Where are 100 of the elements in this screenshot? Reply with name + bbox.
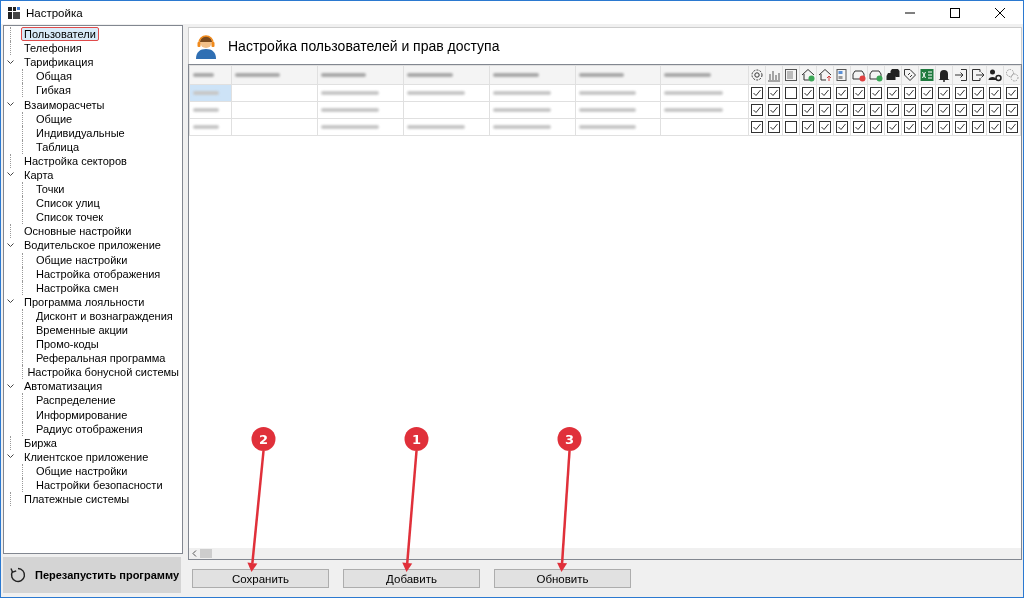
tree-item[interactable]: Таблица: [33, 139, 83, 154]
checkbox[interactable]: [954, 104, 967, 116]
checkbox[interactable]: [768, 87, 781, 99]
checkbox[interactable]: [988, 121, 1001, 133]
checkbox[interactable]: [819, 104, 832, 116]
close-icon[interactable]: [995, 7, 1005, 18]
tree-item[interactable]: Радиус отображения: [33, 421, 146, 436]
checkbox[interactable]: [971, 87, 984, 99]
tree-item[interactable]: Список точек: [33, 210, 107, 225]
tree-item[interactable]: Клиентское приложение: [21, 449, 152, 464]
tree-item[interactable]: Точки: [33, 182, 68, 197]
tree-item[interactable]: Общие настройки: [33, 252, 131, 267]
expanded-chevron-icon[interactable]: [7, 59, 14, 65]
tree-item[interactable]: Настройки безопасности: [33, 478, 166, 493]
checkbox[interactable]: [870, 121, 883, 133]
checkbox[interactable]: [1005, 121, 1018, 133]
expanded-chevron-icon[interactable]: [7, 242, 14, 248]
tree-item[interactable]: Основные настройки: [21, 224, 135, 239]
checkbox[interactable]: [785, 104, 798, 116]
expanded-chevron-icon[interactable]: [7, 102, 14, 107]
expanded-chevron-icon[interactable]: [7, 172, 14, 178]
checkbox[interactable]: [819, 121, 832, 133]
checkbox[interactable]: [921, 104, 933, 116]
tree-item[interactable]: Биржа: [21, 435, 60, 450]
checkbox[interactable]: [887, 87, 900, 99]
tree-item[interactable]: Настройка смен: [33, 280, 122, 295]
checkbox[interactable]: [751, 104, 764, 116]
checkbox[interactable]: [971, 121, 984, 133]
table-cell[interactable]: [189, 118, 232, 136]
checkbox[interactable]: [785, 121, 798, 133]
checkbox[interactable]: [904, 104, 917, 116]
table-cell[interactable]: [189, 101, 232, 119]
tree-item[interactable]: Автоматизация: [21, 379, 106, 394]
tree-item[interactable]: Настройка секторов: [21, 153, 130, 168]
horizontal-scrollbar[interactable]: [189, 548, 1021, 559]
tree-item[interactable]: Карта: [21, 168, 57, 182]
tree-item[interactable]: Платежные системы: [21, 492, 133, 507]
expanded-chevron-icon[interactable]: [7, 454, 14, 460]
action-button[interactable]: Обновить: [494, 569, 631, 588]
tree-item[interactable]: Тарификация: [21, 55, 97, 70]
checkbox[interactable]: [819, 87, 832, 99]
checkbox[interactable]: [1005, 87, 1018, 99]
checkbox[interactable]: [870, 104, 883, 116]
checkbox[interactable]: [853, 104, 866, 116]
tree-item[interactable]: Взаиморасчеты: [21, 97, 108, 112]
checkbox[interactable]: [853, 121, 866, 133]
checkbox[interactable]: [971, 104, 984, 116]
checkbox[interactable]: [768, 104, 781, 116]
checkbox[interactable]: [802, 87, 815, 99]
checkbox[interactable]: [1005, 104, 1018, 116]
maximize-icon[interactable]: [950, 7, 960, 18]
tree-item[interactable]: Промо-коды: [33, 337, 102, 352]
tree-item[interactable]: Телефония: [21, 41, 85, 56]
checkbox[interactable]: [988, 104, 1001, 116]
tree-item[interactable]: Пользователи: [21, 27, 99, 42]
checkbox[interactable]: [937, 121, 950, 133]
checkbox[interactable]: [921, 87, 933, 99]
checkbox[interactable]: [887, 104, 900, 116]
checkbox[interactable]: [785, 87, 798, 99]
checkbox[interactable]: [802, 121, 815, 133]
restart-button[interactable]: Перезапустить программу: [3, 557, 181, 593]
window-title: Настройка: [26, 6, 83, 19]
scroll-thumb[interactable]: [200, 549, 212, 558]
tree-item[interactable]: Настройка отображения: [33, 266, 164, 281]
checkbox[interactable]: [954, 87, 967, 99]
tree-item[interactable]: Гибкая: [33, 83, 74, 98]
checkbox[interactable]: [887, 121, 900, 133]
checkbox[interactable]: [836, 104, 849, 116]
tree-item[interactable]: Программа лояльности: [21, 294, 148, 309]
checkbox[interactable]: [853, 87, 866, 99]
tree-item[interactable]: Дисконт и вознаграждения: [33, 308, 176, 323]
checkbox[interactable]: [836, 87, 849, 99]
action-button[interactable]: Добавить: [343, 569, 480, 588]
checkbox[interactable]: [904, 87, 917, 99]
checkbox[interactable]: [836, 121, 849, 133]
checkbox[interactable]: [751, 87, 764, 99]
checkbox[interactable]: [954, 121, 967, 133]
expanded-chevron-icon[interactable]: [7, 383, 14, 389]
checkbox[interactable]: [988, 87, 1001, 99]
tree-item[interactable]: Общие: [33, 111, 76, 126]
tree-item[interactable]: Индивидуальные: [33, 125, 128, 140]
tree-item[interactable]: Реферальная программа: [33, 351, 169, 366]
checkbox[interactable]: [870, 87, 883, 99]
tree-item[interactable]: Общая: [33, 69, 75, 84]
tree-item[interactable]: Список улиц: [33, 196, 103, 211]
checkbox[interactable]: [802, 104, 815, 116]
tree-item[interactable]: Временные акции: [33, 323, 131, 337]
tree-item[interactable]: Настройка бонусной системы: [24, 365, 182, 380]
checkbox[interactable]: [751, 121, 764, 133]
checkbox[interactable]: [768, 121, 781, 133]
checkbox[interactable]: [904, 121, 917, 133]
tree-item[interactable]: Водительское приложение: [21, 238, 164, 253]
tree-item[interactable]: Информирование: [33, 407, 131, 422]
tree-item[interactable]: Общие настройки: [33, 463, 131, 478]
tree-item[interactable]: Распределение: [33, 393, 119, 408]
action-button[interactable]: Сохранить: [192, 569, 329, 588]
checkbox[interactable]: [937, 104, 950, 116]
expanded-chevron-icon[interactable]: [7, 299, 14, 305]
checkbox[interactable]: [921, 121, 933, 133]
checkbox[interactable]: [937, 87, 950, 99]
